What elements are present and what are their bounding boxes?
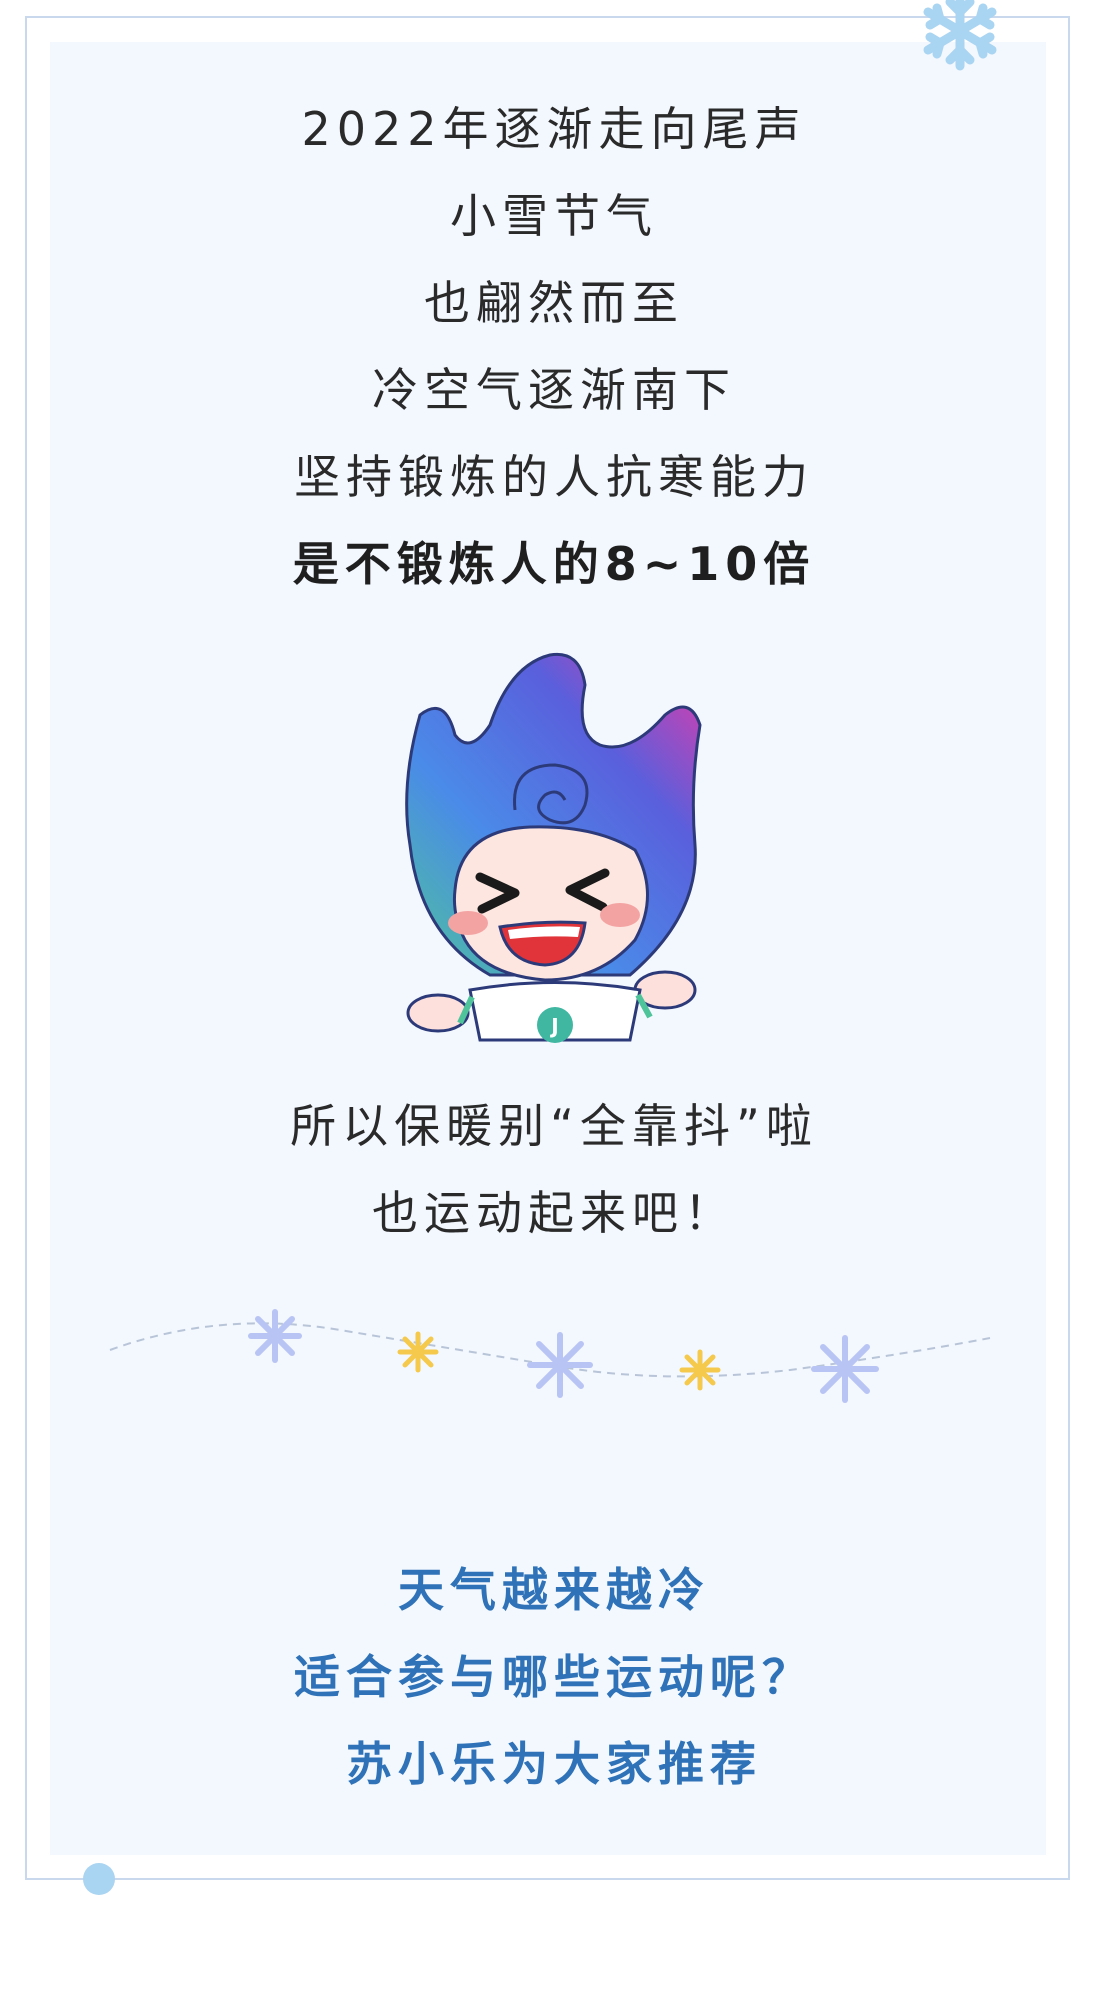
intro-line-6-highlight: 是不锻炼人的8~10倍 — [292, 537, 816, 591]
closing-line-1: 天气越来越冷 — [398, 1563, 710, 1617]
middle-line-1: 所以保暖别“全靠抖”啦 — [290, 1099, 818, 1153]
intro-line-2: 小雪节气 — [450, 189, 658, 243]
snowflake-icon — [248, 1309, 302, 1363]
intro-line-3: 也翩然而至 — [424, 276, 684, 330]
middle-line-2: 也运动起来吧！ — [372, 1186, 736, 1240]
star-sparkle-icon — [679, 1349, 721, 1391]
corner-snowflake-icon — [923, 0, 997, 71]
snowflake-icon — [811, 1335, 879, 1403]
snowflake-divider — [109, 1309, 991, 1403]
middle-text: 所以保暖别“全靠抖”啦 也运动起来吧！ — [0, 1083, 1108, 1257]
intro-line-4: 冷空气逐渐南下 — [372, 363, 736, 417]
intro-line-5: 坚持锻炼的人抗寒能力 — [294, 450, 814, 504]
mascot-illustration: J — [405, 652, 702, 1043]
intro-line-1: 2022年逐渐走向尾声 — [301, 102, 807, 156]
corner-dot — [83, 1863, 115, 1895]
closing-line-2: 适合参与哪些运动呢？ — [294, 1650, 814, 1704]
closing-text: 天气越来越冷 适合参与哪些运动呢？ 苏小乐为大家推荐 — [0, 1547, 1108, 1808]
star-sparkle-icon — [397, 1331, 439, 1373]
closing-line-3: 苏小乐为大家推荐 — [346, 1737, 762, 1791]
intro-text: 2022年逐渐走向尾声 小雪节气 也翩然而至 冷空气逐渐南下 坚持锻炼的人抗寒能… — [0, 86, 1108, 608]
shirt-letter: J — [549, 1014, 558, 1038]
snowflake-icon — [527, 1332, 593, 1398]
